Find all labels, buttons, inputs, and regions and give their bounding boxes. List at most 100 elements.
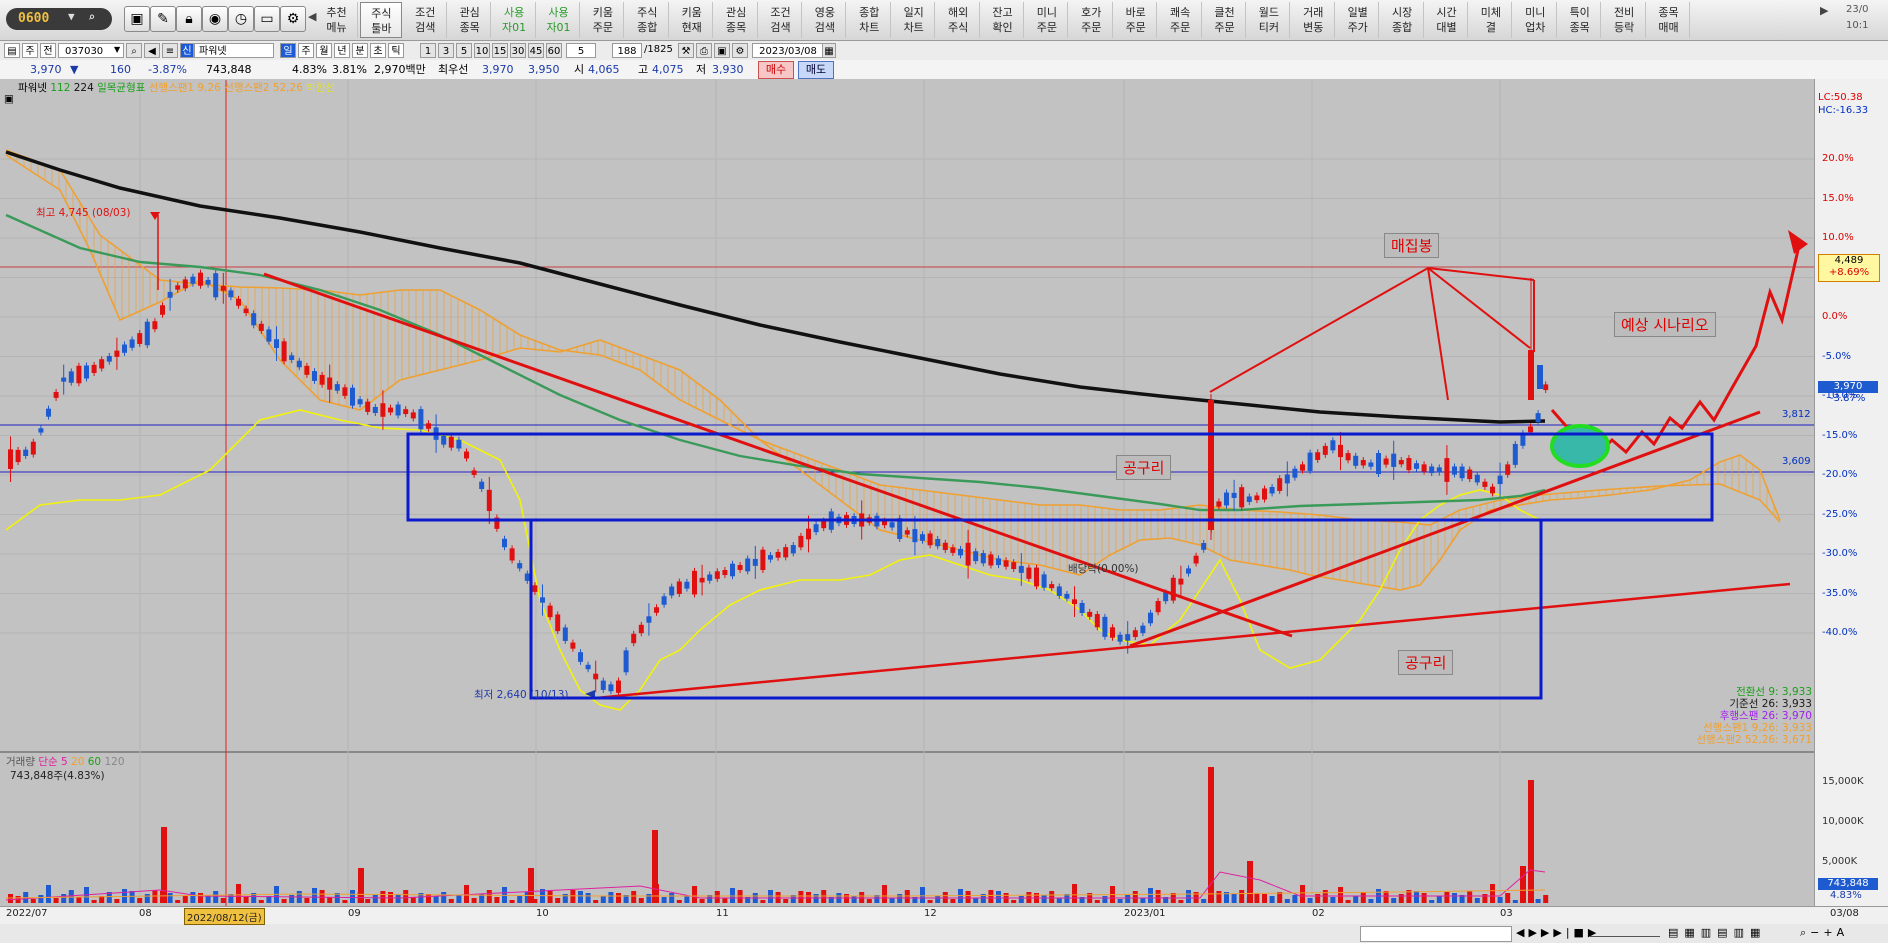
volume-bar [220, 898, 226, 903]
candle [669, 586, 675, 596]
volume-bar [1421, 893, 1427, 903]
volume-bar [1201, 899, 1207, 903]
volume-bar [198, 893, 203, 903]
volume-bar [904, 890, 910, 903]
volume-bar [190, 892, 196, 903]
volume-bar [319, 890, 325, 903]
volume-bar [631, 891, 637, 903]
candle [623, 650, 629, 673]
volume-bar [53, 898, 59, 903]
settings-icon[interactable]: ▣ [4, 93, 14, 105]
volume-bar [38, 895, 44, 903]
candle [1452, 466, 1457, 475]
x-tick: 10 [536, 908, 549, 919]
vol-legend-name: 거래량 [6, 756, 35, 768]
volume-bar [1353, 896, 1359, 903]
candle [661, 596, 667, 605]
volume-bar [1094, 900, 1100, 903]
volume-legend: 거래량 단순 5 20 60 120 [6, 754, 125, 769]
volume-bar [935, 896, 941, 903]
uptrend-line [1129, 410, 1761, 648]
volume-bar [1186, 890, 1191, 903]
vol-last-box: 743,848 [1818, 878, 1878, 890]
candle [1482, 481, 1488, 487]
candle [213, 273, 219, 298]
candle [1034, 567, 1039, 587]
x-tick: 12 [924, 908, 937, 919]
volume-bar [258, 900, 264, 903]
volume-bar [927, 900, 933, 903]
volume-bar [1148, 888, 1153, 903]
candle [1315, 452, 1321, 460]
volume-bar [593, 900, 599, 903]
volume-bar [1467, 891, 1473, 903]
candle [1535, 413, 1541, 423]
candle [76, 365, 82, 384]
candle [1178, 578, 1184, 585]
candle [1094, 614, 1100, 628]
volume-bar [1520, 866, 1526, 903]
volume-bar [1391, 898, 1397, 903]
volume-bar [692, 886, 697, 903]
candle [1239, 487, 1245, 508]
candle [144, 321, 150, 346]
candle [813, 524, 819, 533]
price-legend: 파워넷 112 224 일목균형표 선행스팬1 9,26 선행스팬2 52,26… [18, 80, 335, 95]
candle [958, 548, 963, 556]
volume-bar [798, 891, 804, 903]
volume-bar [1490, 884, 1495, 903]
candle [1421, 464, 1427, 472]
vol-tick: 15,000K [1822, 776, 1864, 787]
candle [1398, 460, 1404, 465]
last-price-pct: -3.87% [1830, 393, 1866, 404]
volume-bar [1208, 767, 1214, 903]
legend-lagging: 하한선 [306, 82, 336, 94]
candle [980, 553, 986, 564]
volume-bar [882, 885, 887, 903]
x-tick: 03/08 [1830, 908, 1859, 919]
candle [1163, 592, 1169, 602]
candle [730, 563, 735, 577]
candle [806, 528, 811, 540]
candle [1338, 444, 1343, 458]
candle [251, 313, 257, 326]
candle [1300, 464, 1305, 471]
volume-bar [608, 892, 614, 903]
candle [1414, 463, 1419, 469]
volume-bar [547, 891, 553, 903]
candle [456, 439, 462, 449]
candle [198, 272, 203, 286]
candle [1003, 560, 1009, 567]
vol-legend-simple: 단순 5 [38, 756, 68, 768]
candle [996, 558, 1001, 566]
candle [1444, 458, 1450, 482]
candle [1132, 630, 1138, 637]
candle [243, 308, 249, 314]
volume-bar [1398, 894, 1404, 903]
volume-bar [509, 900, 515, 903]
candle [426, 423, 431, 429]
candle [46, 408, 51, 417]
candle [1330, 440, 1336, 451]
candle [23, 449, 29, 457]
candle [1072, 599, 1077, 605]
candle [965, 542, 971, 566]
candle [152, 321, 158, 330]
volume-bar [585, 893, 591, 903]
volume-bar [395, 894, 401, 903]
candle [319, 374, 325, 385]
volume-bar [1360, 892, 1366, 903]
volume-bar [281, 899, 287, 903]
candle [509, 548, 515, 561]
volume-bar [486, 890, 492, 903]
candle [600, 680, 606, 690]
candle [1056, 586, 1062, 596]
volume-bar [312, 888, 317, 903]
volume-bar [1383, 891, 1389, 903]
volume-value: 743,848주(4.83%) [10, 770, 105, 782]
volume-bar [8, 894, 13, 903]
ichimoku-value: 선행스팬1 9,26: 3,933 [1703, 722, 1812, 734]
volume-bar [1414, 891, 1419, 903]
candle [578, 652, 583, 662]
last-candle [1537, 365, 1543, 389]
